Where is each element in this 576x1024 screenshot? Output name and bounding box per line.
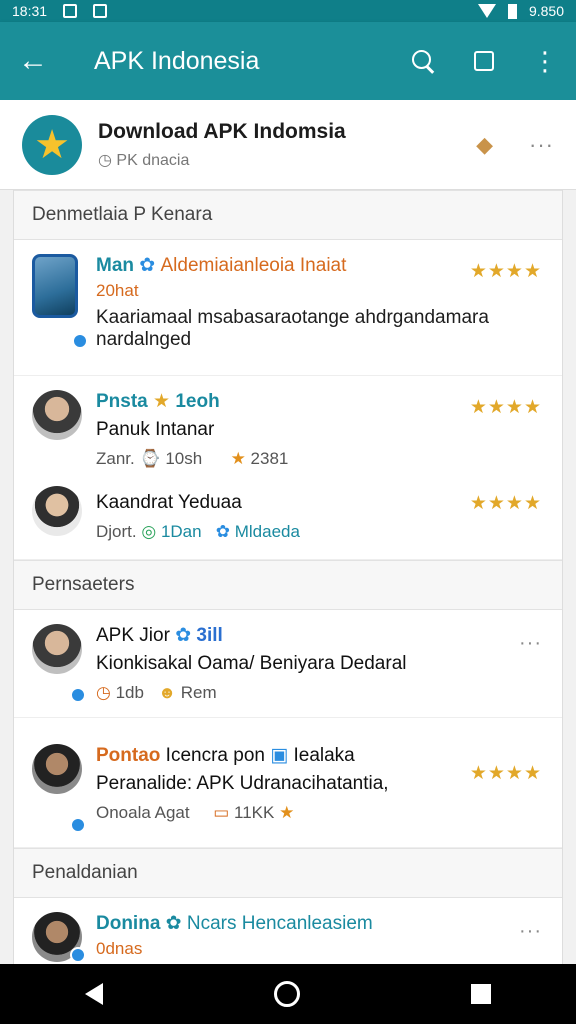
item-title: Man xyxy=(96,255,134,276)
verified-badge-icon xyxy=(70,947,86,963)
section-label: Pernsaeters xyxy=(14,560,562,610)
item-meta: 20hat xyxy=(96,281,139,300)
star-icon[interactable]: ★ xyxy=(22,114,82,175)
app-bar: ← APK Indonesia ⋮ xyxy=(0,22,576,100)
back-arrow-icon[interactable]: ← xyxy=(18,46,66,76)
channel-header: ★ Download APK Indomsia ◷ PK dnacia ◆ ··… xyxy=(0,100,576,190)
signal-icon xyxy=(477,4,496,18)
avatar xyxy=(32,744,82,794)
more-horiz-icon[interactable]: ··· xyxy=(529,132,554,158)
content-list: Denmetlaia P Kenara Man ✿ Aldemiaianleoi… xyxy=(13,190,563,978)
header-subtitle: PK dnacia xyxy=(116,151,190,169)
status-time: 18:31 xyxy=(12,3,48,19)
battery-icon xyxy=(507,3,517,19)
item-title-tail: Iealaka xyxy=(293,745,355,766)
square-icon[interactable] xyxy=(474,51,494,71)
list-item[interactable]: APK Jior ✿ 3ill Kionkisakal Oama/ Beniya… xyxy=(14,610,562,718)
rating-stars: ★★★★ xyxy=(469,397,542,418)
item-count: 11KK xyxy=(234,803,275,822)
more-vert-icon[interactable]: ⋮ xyxy=(532,48,558,74)
item-name: Kionkisakal Oama/ Beniyara Dedaral xyxy=(96,653,407,674)
app-thumbnail xyxy=(32,254,78,318)
emoji-icon: ☻ xyxy=(158,683,177,702)
item-title: Pontao xyxy=(96,745,161,766)
more-horiz-icon[interactable]: ··· xyxy=(519,632,542,655)
system-nav-bar xyxy=(0,964,576,1024)
nav-back-icon[interactable] xyxy=(85,983,104,1005)
section-label: Penaldanian xyxy=(14,848,562,898)
status-bar: 18:31 9.850 xyxy=(0,0,576,22)
gear-badge-icon: ✿ xyxy=(215,522,230,541)
rating-stars: ★★★★ xyxy=(469,763,542,784)
item-count: 1Dan xyxy=(160,522,202,541)
item-title-extra: 1eoh xyxy=(175,391,220,412)
rating-stars: ★★★★ xyxy=(469,493,542,514)
nav-home-icon[interactable] xyxy=(273,981,300,1007)
item-title: Donina xyxy=(96,913,161,934)
item-title: APK Jior xyxy=(96,625,170,646)
item-subtitle: Aldemiaianleoia Inaiat xyxy=(160,255,347,276)
clock-icon: ◷ xyxy=(96,683,111,702)
item-meta: Onoala Agat xyxy=(96,803,190,822)
nav-recent-icon[interactable] xyxy=(470,984,491,1004)
star-icon: ★ xyxy=(279,803,295,822)
pin-icon[interactable]: ◆ xyxy=(476,132,493,158)
rating-stars: ★★★★ xyxy=(469,261,542,282)
item-subtitle: Icencra pon xyxy=(165,745,265,766)
item-meta: 0dnas xyxy=(96,939,143,958)
item-tag: Rem xyxy=(180,683,217,702)
avatar xyxy=(32,624,82,674)
item-subtitle: Ncars Hencanleasiem xyxy=(186,913,373,934)
gear-badge-icon: ✿ xyxy=(139,255,156,276)
status-clock: 9.850 xyxy=(528,3,564,19)
notification-icon xyxy=(93,4,108,18)
item-tag: Mldaeda xyxy=(234,522,300,541)
gear-badge-icon: ✿ xyxy=(175,625,192,646)
star-icon: ★ xyxy=(230,449,246,468)
item-name: Panuk Intanar xyxy=(96,419,215,440)
gear-badge-icon: ✿ xyxy=(165,913,182,934)
item-body: Kaariamaal msabasaraotange ahdrgandamara… xyxy=(96,307,489,350)
chat-icon: ◎ xyxy=(141,522,157,541)
section-label: Denmetlaia P Kenara xyxy=(14,190,562,240)
avatar xyxy=(32,486,82,536)
item-meta: Zanr. ⌚ 10sh xyxy=(96,449,203,468)
more-horiz-icon[interactable]: ··· xyxy=(519,920,542,943)
verified-badge-icon xyxy=(70,817,86,833)
verified-badge-icon xyxy=(70,687,86,703)
header-title: Download APK Indomsia xyxy=(98,119,346,143)
list-item[interactable]: Pnsta ★ 1eoh Panuk Intanar Zanr. ⌚ 10sh … xyxy=(14,376,562,472)
list-item[interactable]: Pontao Icencra pon ▣ Iealaka Peranalide:… xyxy=(14,718,562,848)
star-icon: ★ xyxy=(153,391,171,412)
item-count: 2381 xyxy=(250,449,289,468)
calendar-icon: ▣ xyxy=(270,745,289,766)
ticket-icon: ▭ xyxy=(213,803,230,822)
item-title-extra: 3ill xyxy=(196,625,223,646)
item-meta: Djort. xyxy=(96,522,137,541)
notification-icon xyxy=(63,4,78,18)
list-item[interactable]: Kaandrat Yeduaa Djort. ◎ 1Dan ✿ Mldaeda … xyxy=(14,472,562,560)
item-title: Pnsta xyxy=(96,391,148,412)
avatar xyxy=(32,390,82,440)
item-meta: 1db xyxy=(115,683,144,702)
verified-badge-icon xyxy=(72,333,88,349)
clock-icon: ◷ xyxy=(98,151,117,169)
app-bar-title: APK Indonesia xyxy=(94,46,260,75)
search-icon[interactable] xyxy=(410,48,436,74)
list-item[interactable]: Man ✿ Aldemiaianleoia Inaiat 20hat Kaari… xyxy=(14,240,562,376)
